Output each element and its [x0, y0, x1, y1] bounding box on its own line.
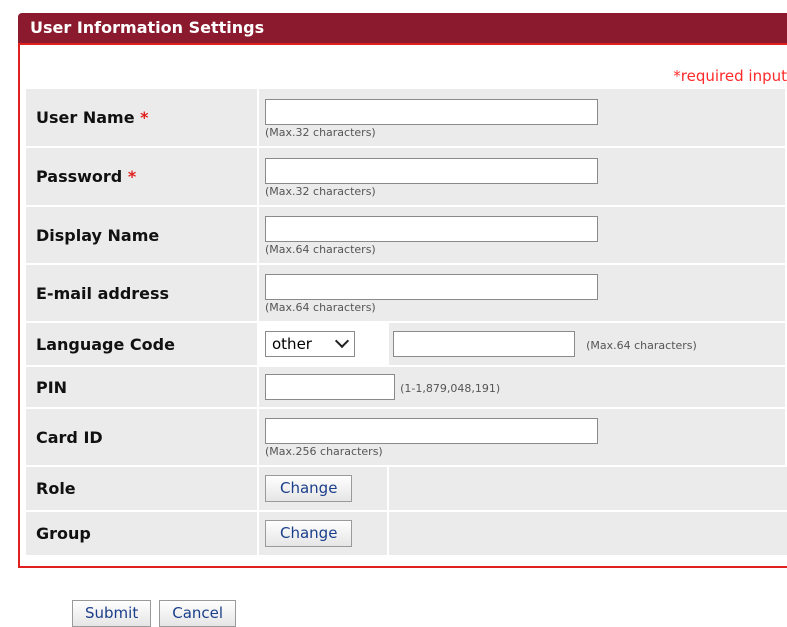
- language-code-select[interactable]: other: [265, 331, 355, 357]
- row-user-name: User Name * (Max.32 characters): [26, 89, 787, 148]
- row-password: Password * (Max.32 characters): [26, 148, 787, 207]
- submit-button[interactable]: Submit: [72, 600, 152, 627]
- section-header: User Information Settings: [18, 13, 787, 43]
- email-input[interactable]: [265, 274, 598, 300]
- pin-hint: (1-1,879,048,191): [400, 381, 501, 395]
- card-id-label: Card ID: [26, 409, 259, 467]
- card-id-input[interactable]: [265, 418, 598, 444]
- pin-label: PIN: [26, 367, 259, 409]
- settings-form: User Name * (Max.32 characters) Password…: [26, 89, 787, 557]
- role-label: Role: [26, 467, 259, 512]
- group-change-button[interactable]: Change: [265, 520, 353, 547]
- password-input[interactable]: [265, 157, 598, 184]
- settings-panel: *required input User Name * (Max.32 char…: [18, 43, 787, 568]
- pin-input[interactable]: [265, 374, 395, 400]
- row-card-id: Card ID (Max.256 characters): [26, 409, 787, 467]
- row-language-code: Language Code other (Max.64 characters): [26, 323, 787, 367]
- display-name-label: Display Name: [26, 207, 259, 265]
- display-name-input[interactable]: [265, 216, 598, 242]
- required-mark: *: [140, 108, 149, 127]
- row-email: E-mail address (Max.64 characters): [26, 265, 787, 323]
- user-name-label: User Name *: [26, 89, 259, 148]
- language-code-hint: (Max.64 characters): [586, 338, 697, 352]
- cancel-button[interactable]: Cancel: [159, 600, 237, 627]
- form-actions: Submit Cancel: [72, 600, 237, 627]
- display-name-hint: (Max.64 characters): [265, 243, 376, 256]
- row-role: Role Change: [26, 467, 787, 512]
- chevron-down-icon: [334, 333, 350, 349]
- row-pin: PIN (1-1,879,048,191): [26, 367, 787, 409]
- required-mark: *: [127, 167, 137, 186]
- user-name-hint: (Max.32 characters): [265, 125, 376, 139]
- email-label: E-mail address: [26, 265, 259, 323]
- email-hint: (Max.64 characters): [265, 301, 376, 314]
- role-change-button[interactable]: Change: [265, 475, 353, 502]
- language-code-input[interactable]: [393, 331, 575, 357]
- required-note: *required input: [673, 67, 787, 85]
- section-title: User Information Settings: [30, 18, 265, 37]
- row-display-name: Display Name (Max.64 characters): [26, 207, 787, 265]
- row-group: Group Change: [26, 512, 787, 557]
- password-label: Password *: [26, 148, 259, 207]
- password-hint: (Max.32 characters): [265, 184, 376, 198]
- card-id-hint: (Max.256 characters): [265, 445, 383, 458]
- language-code-label: Language Code: [26, 323, 259, 367]
- user-name-input[interactable]: [265, 98, 598, 125]
- group-label: Group: [26, 512, 259, 557]
